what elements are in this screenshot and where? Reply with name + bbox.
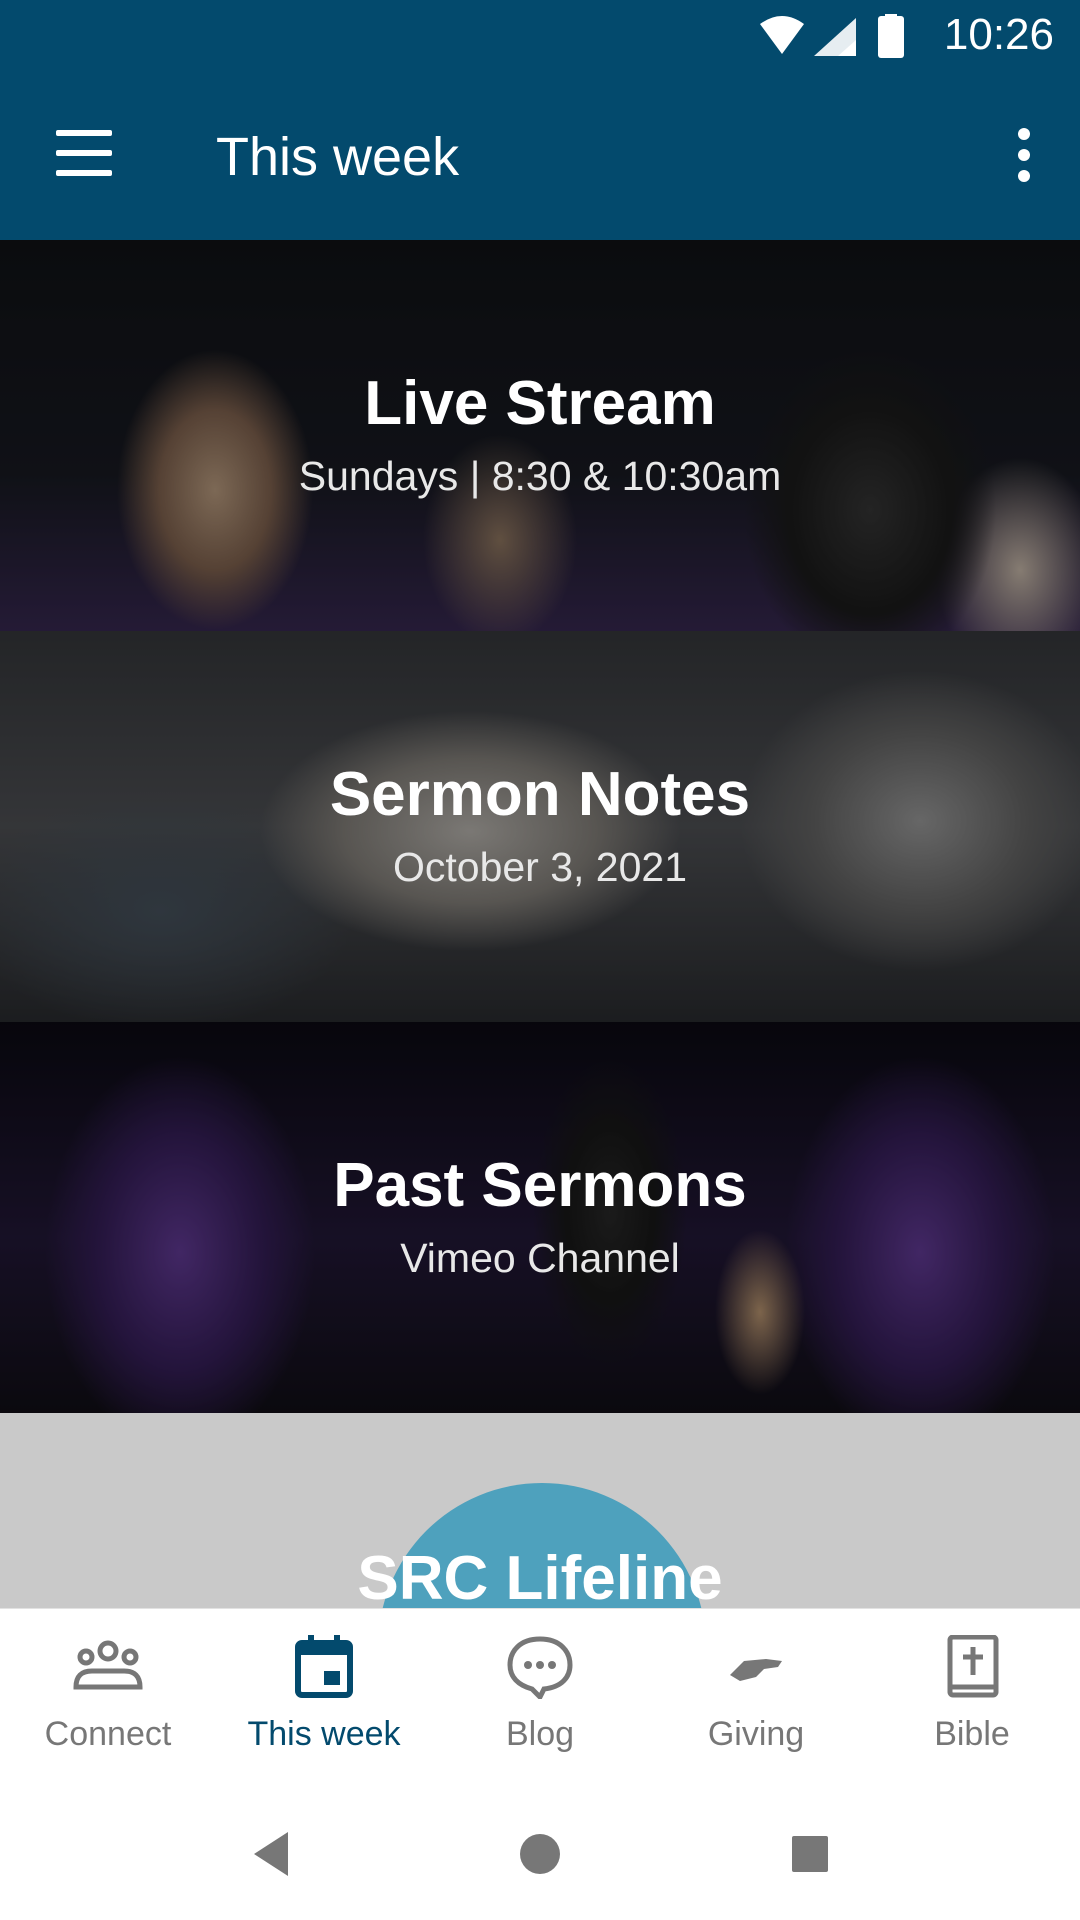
- calendar-icon: [295, 1635, 353, 1698]
- card-subtitle: Vimeo Channel: [400, 1235, 680, 1281]
- nav-label: Connect: [44, 1715, 172, 1753]
- lifeline-card[interactable]: SRC Lifeline: [0, 1413, 1080, 1608]
- bible-icon: [947, 1635, 999, 1698]
- status-icons: [760, 14, 904, 58]
- card-title: Past Sermons: [333, 1151, 747, 1220]
- nav-item-bible[interactable]: Bible: [864, 1609, 1080, 1781]
- nav-item-blog[interactable]: Blog: [432, 1609, 648, 1781]
- card-subtitle: October 3, 2021: [392, 844, 688, 890]
- bottom-navigation: Connect This week Blog Giving Bible: [0, 1608, 1080, 1781]
- wifi-icon: [760, 16, 804, 54]
- back-icon[interactable]: [246, 1824, 306, 1884]
- battery-icon: [878, 16, 904, 58]
- nav-item-this-week[interactable]: This week: [216, 1609, 432, 1781]
- system-navigation-bar: [0, 1780, 1080, 1920]
- app-bar: This week: [0, 78, 1080, 240]
- hamburger-menu-icon[interactable]: [44, 130, 114, 190]
- nav-label: Giving: [707, 1715, 805, 1753]
- more-vert-icon[interactable]: [1004, 128, 1044, 188]
- lifeline-title: SRC Lifeline: [357, 1544, 723, 1608]
- sermon-notes-card[interactable]: Sermon Notes October 3, 2021: [0, 631, 1080, 1022]
- people-icon: [73, 1640, 143, 1690]
- page-title: This week: [216, 127, 460, 187]
- card-title: Live Stream: [364, 369, 716, 438]
- home-icon[interactable]: [510, 1824, 570, 1884]
- nav-label: Bible: [934, 1715, 1010, 1753]
- recents-icon[interactable]: [780, 1824, 840, 1884]
- chat-bubble-icon: [507, 1636, 573, 1699]
- handshake-icon: [730, 1659, 782, 1681]
- card-title: Sermon Notes: [329, 760, 751, 829]
- status-time: 10:26: [943, 10, 1054, 59]
- live-stream-card[interactable]: Live Stream Sundays | 8:30 & 10:30am: [0, 240, 1080, 631]
- nav-item-giving[interactable]: Giving: [648, 1609, 864, 1781]
- status-bar: 10:26: [0, 0, 1080, 78]
- nav-label: Blog: [505, 1715, 575, 1753]
- nav-item-connect[interactable]: Connect: [0, 1609, 216, 1781]
- past-sermons-card[interactable]: Past Sermons Vimeo Channel: [0, 1022, 1080, 1413]
- nav-label: This week: [247, 1715, 401, 1753]
- card-subtitle: Sundays | 8:30 & 10:30am: [298, 453, 782, 499]
